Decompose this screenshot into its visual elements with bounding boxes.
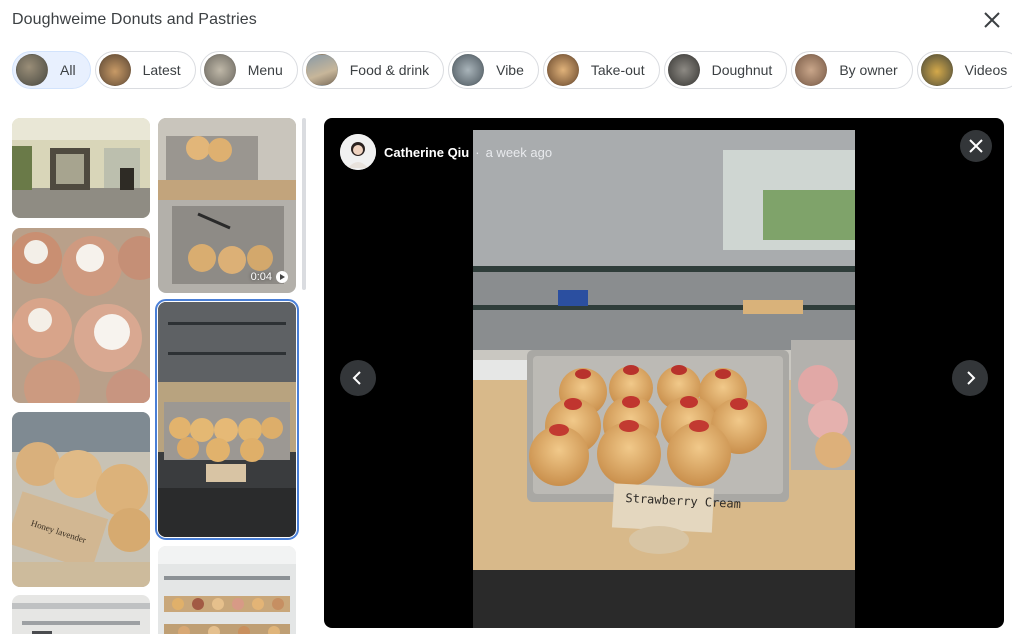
previous-photo-button[interactable] bbox=[340, 360, 376, 396]
chip-thumbnail bbox=[452, 54, 485, 86]
next-photo-button[interactable] bbox=[952, 360, 988, 396]
category-chips: All Latest Menu Food & drink Vibe Take-o… bbox=[12, 51, 1012, 89]
honey-lavender-image: Honey lavender bbox=[12, 412, 150, 587]
chip-label: Videos bbox=[964, 62, 1008, 78]
strawberry-cream-donuts-photo: Strawberry Cream bbox=[473, 130, 855, 628]
close-button[interactable] bbox=[978, 6, 1006, 34]
play-icon bbox=[276, 271, 288, 283]
chip-all[interactable]: All bbox=[12, 51, 91, 89]
photo-thumbnail-selected[interactable] bbox=[155, 299, 299, 540]
chip-thumbnail bbox=[98, 54, 131, 86]
chip-label: Food & drink bbox=[349, 62, 430, 78]
chip-label: Menu bbox=[247, 62, 283, 78]
viewer-close-button[interactable] bbox=[960, 130, 992, 162]
photo-thumbnail-video[interactable]: 0:04 bbox=[158, 118, 296, 293]
chip-food-drink[interactable]: Food & drink bbox=[301, 51, 445, 89]
chip-vibe[interactable]: Vibe bbox=[448, 51, 539, 89]
chip-videos[interactable]: Videos bbox=[916, 51, 1012, 89]
photo-author[interactable]: Catherine Qiu · a week ago bbox=[340, 134, 552, 170]
chip-take-out[interactable]: Take-out bbox=[542, 51, 660, 89]
avatar bbox=[340, 134, 376, 170]
chip-thumbnail bbox=[795, 54, 828, 86]
chip-thumbnail bbox=[16, 54, 48, 86]
chip-label: Doughnut bbox=[711, 62, 773, 78]
chip-menu[interactable]: Menu bbox=[199, 51, 298, 89]
chip-label: All bbox=[60, 62, 76, 78]
selected-thumbnail-image bbox=[158, 302, 296, 537]
page-title: Doughweime Donuts and Pastries bbox=[12, 11, 257, 28]
photo-thumbnail-display-case[interactable] bbox=[158, 546, 296, 634]
chip-label: Vibe bbox=[496, 62, 524, 78]
video-thumbnail-image bbox=[158, 118, 296, 293]
chip-thumbnail bbox=[546, 54, 579, 86]
video-duration-badge: 0:04 bbox=[251, 271, 288, 283]
post-time: a week ago bbox=[485, 144, 553, 160]
photo-thumbnail-donuts-cream[interactable] bbox=[12, 228, 150, 403]
chip-thumbnail bbox=[305, 54, 338, 86]
chip-doughnut[interactable]: Doughnut bbox=[663, 51, 788, 89]
interior-image bbox=[12, 595, 150, 634]
photo-grid: Honey lavender 0:04 bbox=[12, 118, 308, 634]
chip-thumbnail bbox=[920, 54, 953, 86]
viewer-photo: Strawberry Cream bbox=[473, 130, 855, 628]
photo-thumbnail-honey-lavender[interactable]: Honey lavender bbox=[12, 412, 150, 587]
chip-by-owner[interactable]: By owner bbox=[791, 51, 913, 89]
chip-label: By owner bbox=[839, 62, 898, 78]
separator-dot: · bbox=[475, 144, 480, 160]
chip-thumbnail bbox=[667, 54, 700, 86]
chip-label: Latest bbox=[142, 62, 181, 78]
storefront-image bbox=[12, 118, 150, 218]
chevron-left-icon bbox=[352, 371, 361, 385]
donuts-cream-image bbox=[12, 228, 150, 403]
close-icon bbox=[969, 139, 983, 153]
chip-thumbnail bbox=[203, 54, 236, 86]
close-icon bbox=[984, 12, 1000, 28]
grid-scrollbar[interactable] bbox=[302, 118, 306, 290]
author-name: Catherine Qiu bbox=[384, 144, 470, 160]
chip-latest[interactable]: Latest bbox=[94, 51, 196, 89]
photo-viewer: Strawberry Cream Catherine Qiu · a week … bbox=[324, 118, 1004, 628]
display-case-image bbox=[158, 546, 296, 634]
chevron-right-icon bbox=[967, 371, 976, 385]
video-duration: 0:04 bbox=[250, 271, 272, 283]
photo-thumbnail-interior[interactable] bbox=[12, 595, 150, 634]
photo-thumbnail-storefront[interactable] bbox=[12, 118, 150, 218]
chip-label: Take-out bbox=[590, 62, 645, 78]
